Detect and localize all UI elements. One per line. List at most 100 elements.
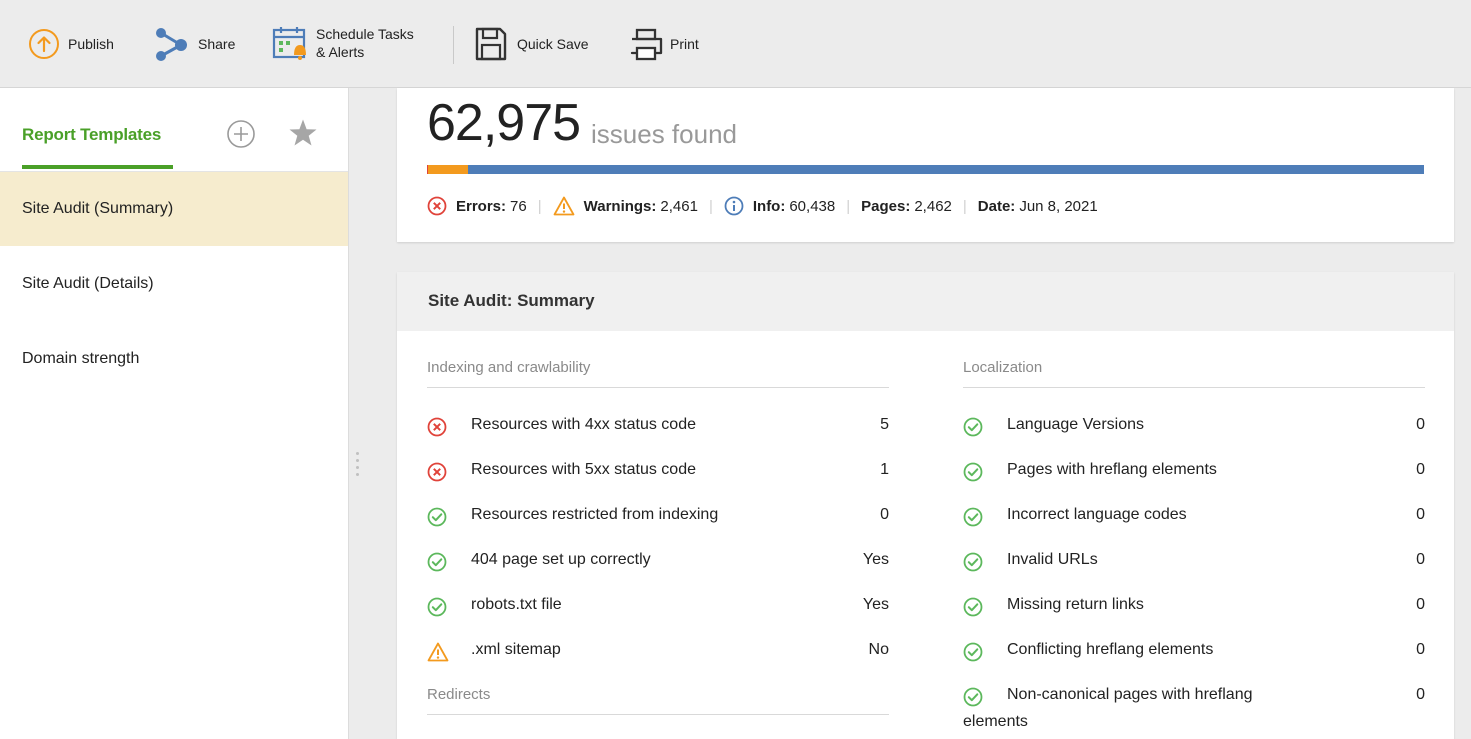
- sidebar-item-label: Site Audit (Details): [22, 275, 154, 292]
- info-segment: [468, 165, 1424, 174]
- audit-row[interactable]: Pages with hreflang elements 0: [963, 459, 1425, 483]
- audit-row-label: Resources with 4xx status code: [471, 416, 696, 433]
- share-button[interactable]: Share: [153, 20, 235, 68]
- audit-row[interactable]: Resources restricted from indexing 0: [427, 504, 889, 528]
- audit-row-value: Yes: [862, 596, 889, 613]
- sidebar-header: Report Templates: [0, 88, 348, 172]
- section-title-indexing: Indexing and crawlability: [427, 359, 591, 376]
- sidebar-item-domain-strength[interactable]: Domain strength: [0, 322, 348, 396]
- share-label: Share: [198, 36, 236, 52]
- issues-stats: Errors: 76 | Warnings: 2,461 | Info: 60,…: [427, 194, 1098, 218]
- check-circle-icon: [963, 597, 983, 617]
- panel-splitter[interactable]: [348, 88, 366, 739]
- audit-row-value: 1: [880, 461, 889, 478]
- drag-handle-icon: [356, 452, 359, 480]
- check-circle-icon: [427, 597, 447, 617]
- section-divider: [427, 387, 889, 388]
- audit-row-label: Language Versions: [1007, 416, 1144, 433]
- check-circle-icon: [427, 507, 447, 527]
- site-audit-summary-card: Site Audit: Summary Indexing and crawlab…: [397, 272, 1454, 739]
- stats-divider: |: [962, 197, 967, 215]
- audit-row[interactable]: Invalid URLs 0: [963, 549, 1425, 573]
- warning-icon: [427, 642, 449, 662]
- warnings-label: Warnings:: [583, 197, 657, 215]
- publish-button[interactable]: Publish: [28, 20, 114, 68]
- audit-row-label: robots.txt file: [471, 596, 562, 613]
- audit-row[interactable]: Missing return links 0: [963, 594, 1425, 618]
- audit-row-value: 0: [1416, 461, 1425, 478]
- plus-circle-icon[interactable]: [226, 119, 256, 149]
- audit-row-value: No: [868, 641, 889, 658]
- star-icon[interactable]: [288, 118, 318, 148]
- audit-row-value: 0: [1416, 596, 1425, 613]
- error-icon: [427, 196, 447, 216]
- stats-divider: |: [537, 197, 542, 215]
- floppy-disk-icon: [475, 27, 507, 61]
- audit-row-label: Invalid URLs: [1007, 551, 1098, 568]
- audit-row-label: Resources restricted from indexing: [471, 506, 719, 523]
- active-tab-indicator: [22, 165, 173, 169]
- audit-row-label: 404 page set up correctly: [471, 551, 651, 568]
- audit-row[interactable]: Incorrect language codes 0: [963, 504, 1425, 528]
- section-divider: [963, 387, 1425, 388]
- check-circle-icon: [963, 462, 983, 482]
- audit-row-label: Conflicting hreflang elements: [1007, 641, 1214, 658]
- sidebar-item-site-audit-summary[interactable]: Site Audit (Summary): [0, 172, 348, 246]
- schedule-tasks-button[interactable]: Schedule Tasks & Alerts: [272, 20, 414, 68]
- audit-row-label-cont: elements: [963, 713, 1028, 730]
- audit-row-value: 0: [1416, 551, 1425, 568]
- sidebar: Report Templates Site Audit (Summary) Si…: [0, 88, 348, 739]
- print-button[interactable]: Print: [628, 20, 699, 68]
- audit-row-label: .xml sitemap: [471, 641, 561, 658]
- issues-summary-card: 62,975 issues found Errors: 76 | Warning…: [397, 88, 1454, 242]
- publish-label: Publish: [68, 36, 114, 52]
- check-circle-icon: [427, 552, 447, 572]
- audit-row[interactable]: Resources with 5xx status code 1: [427, 459, 889, 483]
- audit-row[interactable]: .xml sitemap No: [427, 639, 889, 663]
- quick-save-label: Quick Save: [517, 36, 589, 52]
- date-label: Date:: [977, 197, 1016, 215]
- audit-row-value: 0: [1416, 686, 1425, 703]
- check-circle-icon: [963, 552, 983, 572]
- audit-row-value: 0: [1416, 641, 1425, 658]
- sidebar-item-site-audit-details[interactable]: Site Audit (Details): [0, 247, 348, 321]
- stats-divider: |: [846, 197, 851, 215]
- quick-save-button[interactable]: Quick Save: [474, 20, 589, 68]
- pages-value: 2,462: [914, 197, 952, 215]
- pages-label: Pages:: [861, 197, 911, 215]
- audit-row[interactable]: Language Versions 0: [963, 414, 1425, 438]
- audit-row[interactable]: Conflicting hreflang elements 0: [963, 639, 1425, 663]
- issues-progress-bar: [427, 165, 1424, 174]
- info-label: Info:: [752, 197, 786, 215]
- audit-row-label: Missing return links: [1007, 596, 1144, 613]
- card-header: Site Audit: Summary: [397, 272, 1454, 331]
- audit-row-value: 0: [1416, 506, 1425, 523]
- audit-row-value: 0: [1416, 416, 1425, 433]
- section-divider: [427, 714, 889, 715]
- printer-icon: [630, 28, 663, 61]
- audit-row[interactable]: 404 page set up correctly Yes: [427, 549, 889, 573]
- audit-row[interactable]: Non-canonical pages with hreflang element…: [963, 684, 1425, 730]
- toolbar-divider: [453, 26, 454, 64]
- check-circle-icon: [963, 687, 983, 707]
- info-value: 60,438: [789, 197, 836, 215]
- audit-row[interactable]: robots.txt file Yes: [427, 594, 889, 618]
- errors-value: 76: [510, 197, 527, 215]
- card-title: Site Audit: Summary: [428, 291, 595, 310]
- error-icon: [427, 462, 447, 482]
- check-circle-icon: [963, 507, 983, 527]
- schedule-line1: Schedule Tasks: [316, 26, 414, 42]
- audit-row-value: Yes: [862, 551, 889, 568]
- warning-icon: [553, 196, 575, 216]
- stats-divider: |: [708, 197, 713, 215]
- issues-count: 62,975: [427, 94, 581, 152]
- toolbar: Publish Share Schedule Tasks & Alerts Qu…: [0, 0, 1471, 88]
- print-label: Print: [670, 36, 699, 52]
- audit-row-value: 0: [880, 506, 889, 523]
- tab-report-templates[interactable]: Report Templates: [22, 125, 161, 145]
- issues-count-label: issues found: [591, 119, 737, 149]
- audit-row[interactable]: Resources with 4xx status code 5: [427, 414, 889, 438]
- sidebar-item-label: Domain strength: [22, 350, 140, 367]
- section-title-localization: Localization: [963, 359, 1043, 376]
- audit-row-label: Resources with 5xx status code: [471, 461, 696, 478]
